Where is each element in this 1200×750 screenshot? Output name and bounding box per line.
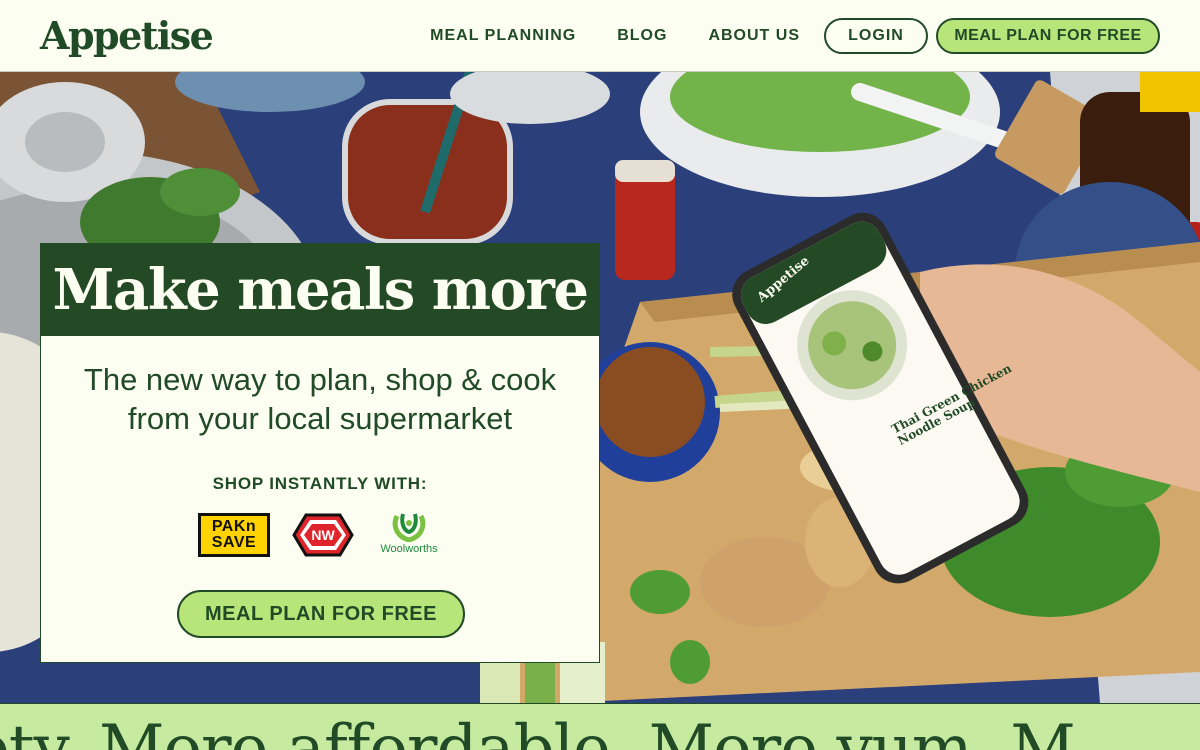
appetise-logo[interactable]: Appetise bbox=[40, 13, 214, 58]
hero-subtitle: The new way to plan, shop & cook from yo… bbox=[41, 360, 599, 438]
woolworths-logo[interactable]: Woolworths bbox=[376, 510, 442, 560]
hero-subtitle-line2: from your local supermarket bbox=[127, 401, 513, 436]
new-world-logo-text: NW bbox=[311, 527, 335, 543]
new-world-logo[interactable]: NW bbox=[290, 511, 356, 559]
marquee-text: ety. More affordable. More yum. M bbox=[0, 712, 1076, 750]
store-logos: PAKn SAVE NW Woolworths bbox=[41, 510, 599, 560]
nav-meal-planning[interactable]: MEAL PLANNING bbox=[430, 27, 576, 45]
paknsave-logo-line1: PAKn bbox=[211, 518, 257, 535]
meal-plan-free-header-button[interactable]: MEAL PLAN FOR FREE bbox=[936, 17, 1160, 54]
meal-plan-free-hero-button[interactable]: MEAL PLAN FOR FREE bbox=[177, 590, 465, 638]
chili-jar bbox=[345, 102, 510, 242]
hero-subtitle-line1: The new way to plan, shop & cook bbox=[83, 362, 557, 397]
hero-title: Make meals more bbox=[52, 257, 589, 323]
nav-blog[interactable]: BLOG bbox=[617, 27, 667, 45]
site-header: Appetise MEAL PLANNING BLOG ABOUT US LOG… bbox=[0, 0, 1200, 72]
hero-card: Make meals more The new way to plan, sho… bbox=[40, 243, 600, 663]
woolworths-logo-text: Woolworths bbox=[380, 543, 438, 555]
nav-about-us[interactable]: ABOUT US bbox=[708, 27, 800, 45]
woolworths-mark-icon bbox=[392, 513, 426, 542]
login-button[interactable]: LOGIN bbox=[824, 17, 928, 54]
paknsave-logo-line2: SAVE bbox=[211, 534, 257, 551]
shop-instantly-label: SHOP INSTANTLY WITH: bbox=[212, 474, 428, 493]
hero-card-header: Make meals more bbox=[41, 244, 599, 336]
paknsave-logo[interactable]: PAKn SAVE bbox=[198, 513, 270, 557]
tagline-marquee: ety. More affordable. More yum. M bbox=[0, 703, 1200, 750]
main-nav: MEAL PLANNING BLOG ABOUT US LOGIN MEAL P… bbox=[430, 17, 1160, 54]
